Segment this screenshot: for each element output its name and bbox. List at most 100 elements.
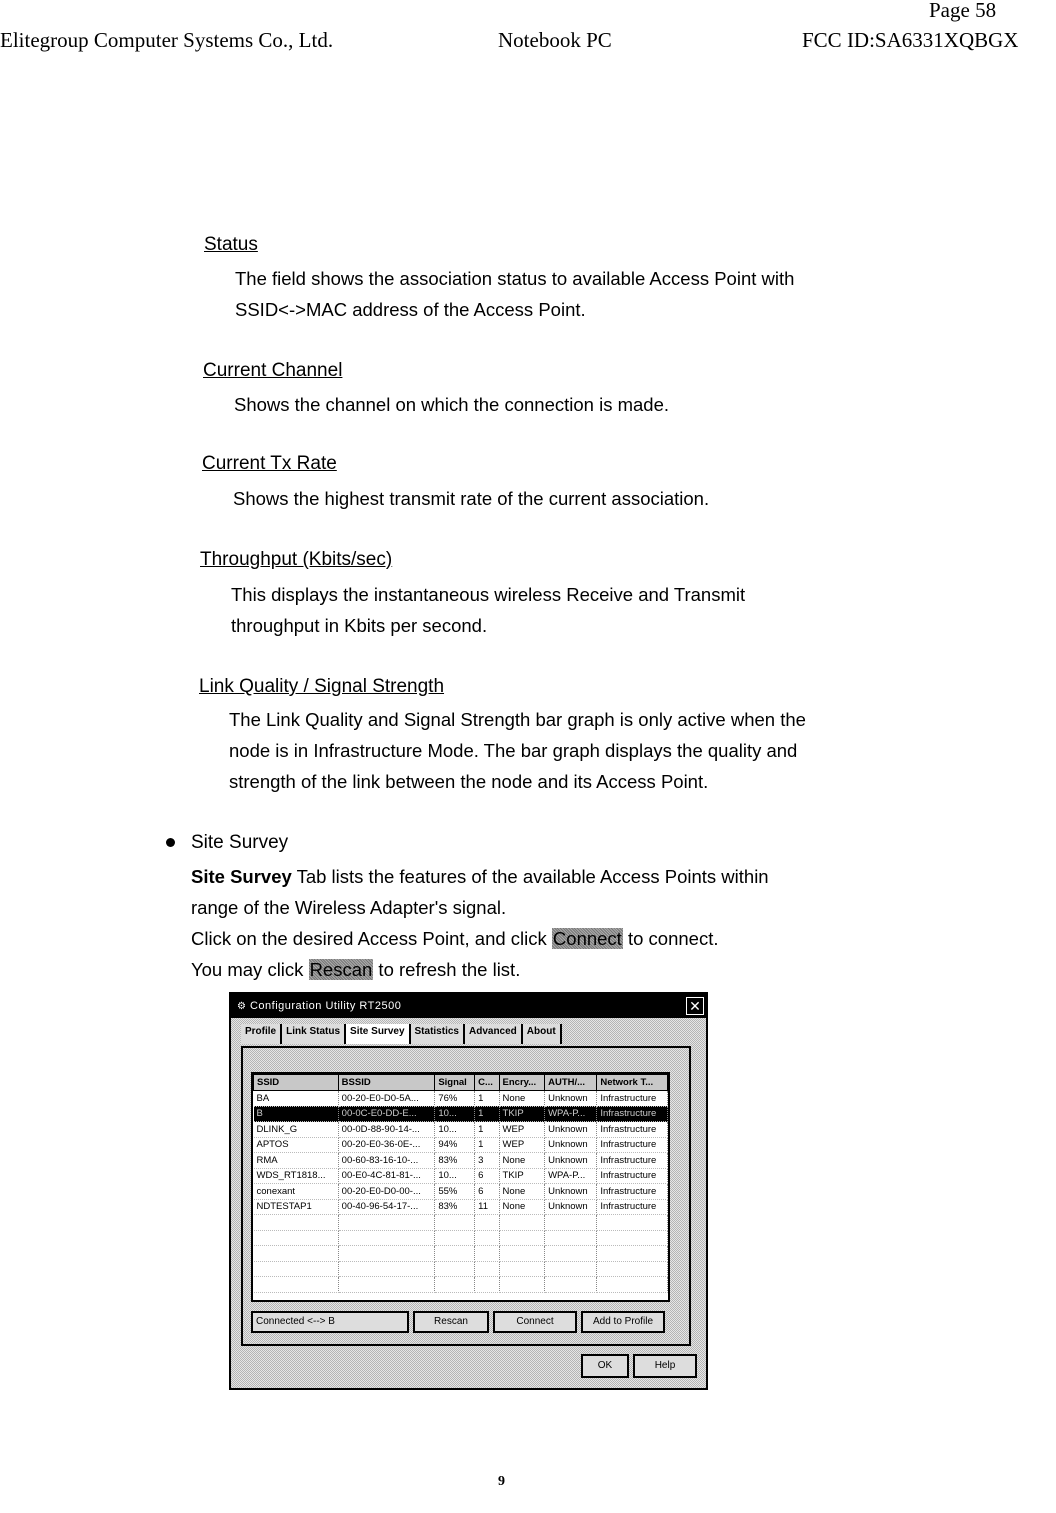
column-header[interactable]: BSSID — [337, 1074, 436, 1091]
text-span: You may click — [191, 959, 309, 980]
text-line: You may click Rescan to refresh the list… — [191, 954, 769, 985]
connect-button-image: Connect — [551, 928, 623, 949]
column-header[interactable]: Signal — [434, 1074, 476, 1091]
empty-cell — [544, 1230, 598, 1246]
connect-button[interactable]: Connect — [493, 1311, 577, 1333]
empty-cell — [596, 1214, 668, 1231]
table-cell: Unknown — [544, 1152, 598, 1169]
table-cell: 00-20-E0-D0-00-... — [338, 1183, 436, 1200]
table-cell: 00-E0-4C-81-81-... — [338, 1168, 436, 1184]
table-cell: WDS_RT1818... — [253, 1168, 339, 1184]
empty-cell — [434, 1261, 476, 1277]
dialog-titlebar: ⚙ Configuration Utility RT2500 ✕ — [231, 994, 706, 1018]
empty-cell — [544, 1245, 598, 1262]
rescan-button-image: Rescan — [308, 959, 374, 980]
table-cell: Infrastructure — [596, 1090, 668, 1107]
empty-cell — [544, 1276, 598, 1293]
text-line: Click on the desired Access Point, and c… — [191, 923, 769, 954]
table-cell: 6 — [474, 1183, 500, 1200]
tab-statistics[interactable]: Statistics — [410, 1024, 465, 1044]
empty-cell — [434, 1245, 476, 1262]
table-cell: Unknown — [544, 1199, 598, 1215]
table-cell: None — [499, 1152, 546, 1169]
column-header[interactable]: C... — [474, 1074, 500, 1091]
section-title-throughput: Throughput (Kbits/sec) — [200, 549, 393, 570]
table-cell: RMA — [253, 1152, 339, 1169]
tab-about[interactable]: About — [522, 1024, 562, 1044]
text-line: Shows the highest transmit rate of the c… — [233, 488, 710, 509]
empty-cell — [338, 1230, 436, 1246]
empty-cell — [596, 1276, 668, 1293]
connection-status: Connected <--> B — [251, 1311, 409, 1333]
footer-page-number: 9 — [498, 1474, 505, 1489]
table-cell: Infrastructure — [596, 1199, 668, 1215]
tab-link-status[interactable]: Link Status — [282, 1024, 347, 1044]
table-cell: 3 — [474, 1152, 500, 1169]
empty-cell — [253, 1214, 339, 1231]
text-span: Click on the desired Access Point, and c… — [191, 928, 552, 949]
table-row[interactable]: RMA 00-60-83-16-10-... 83% 3 None Unknown Infr… — [253, 1152, 668, 1169]
close-icon[interactable]: ✕ — [686, 997, 704, 1015]
table-cell: 00-60-83-16-10-... — [338, 1152, 436, 1169]
table-cell: TKIP — [499, 1168, 546, 1184]
rescan-button[interactable]: Rescan — [413, 1311, 489, 1333]
add-to-profile-button[interactable]: Add to Profile — [581, 1311, 665, 1333]
company-name: Elitegroup Computer Systems Co., Ltd. — [0, 28, 334, 52]
ok-button[interactable]: OK — [581, 1354, 629, 1378]
tab-profile[interactable]: Profile — [241, 1024, 283, 1044]
empty-row — [253, 1245, 668, 1262]
table-row[interactable]: BA 00-20-E0-D0-5A... 76% 1 None Unknown Infras… — [253, 1090, 668, 1107]
table-cell: Infrastructure — [596, 1106, 668, 1122]
table-row[interactable]: DLINK_G 00-0D-88-90-14-... 10... 1 WEP Unknow… — [253, 1121, 668, 1138]
empty-cell — [253, 1276, 339, 1293]
empty-cell — [474, 1245, 500, 1262]
empty-cell — [596, 1245, 668, 1262]
column-header[interactable]: Encry... — [498, 1074, 546, 1091]
text-line: range of the Wireless Adapter's signal. — [191, 897, 507, 918]
table-row[interactable]: WDS_RT1818... 00-E0-4C-81-81-... 10... 6 TKI… — [253, 1168, 668, 1184]
text-line: Site Survey Tab lists the features of th… — [191, 861, 769, 892]
column-header[interactable]: Network T... — [596, 1074, 668, 1091]
tab-advanced[interactable]: Advanced — [464, 1024, 523, 1044]
table-cell: 83% — [434, 1199, 476, 1215]
tab-bar: Profile Link Status Site Survey Statisti… — [241, 1024, 562, 1044]
empty-row — [253, 1214, 668, 1231]
text-line: node is in Infrastructure Mode. The bar … — [229, 740, 798, 761]
text-line: The Link Quality and Signal Strength bar… — [229, 709, 806, 730]
table-cell: BA — [253, 1090, 339, 1107]
access-point-list[interactable]: SSID BSSID Signal C... Encry... AUTH/... Netwo… — [251, 1072, 670, 1302]
table-cell: 10... — [434, 1106, 476, 1122]
table-cell: 1 — [474, 1090, 500, 1107]
column-header[interactable]: SSID — [253, 1074, 339, 1091]
table-cell: Unknown — [544, 1183, 598, 1200]
table-cell: Infrastructure — [596, 1183, 668, 1200]
tab-site-survey[interactable]: Site Survey — [346, 1024, 411, 1044]
product-name: Notebook PC — [498, 28, 612, 52]
table-cell: TKIP — [499, 1106, 546, 1122]
section-body-throughput: This displays the instantaneous wireless… — [231, 579, 745, 641]
help-button[interactable]: Help — [633, 1354, 697, 1378]
site-survey-title: Site Survey — [191, 832, 289, 853]
empty-cell — [474, 1276, 500, 1293]
text-line: throughput in Kbits per second. — [231, 615, 488, 636]
table-row[interactable]: B 00-0C-E0-DD-E... 10... 1 TKIP WPA-P... Infra… — [253, 1106, 668, 1122]
column-header[interactable]: AUTH/... — [544, 1074, 598, 1091]
table-row[interactable]: conexant 00-20-E0-D0-00-... 55% 6 None Unknow… — [253, 1183, 668, 1200]
text-line: strength of the link between the node an… — [229, 771, 709, 792]
table-row[interactable]: NDTESTAP1 00-40-96-54-17-... 83% 11 None Unkn… — [253, 1199, 668, 1215]
table-cell: Unknown — [544, 1090, 598, 1107]
section-body-current-tx-rate: Shows the highest transmit rate of the c… — [233, 483, 709, 514]
bold-lead: Site Survey — [191, 866, 292, 887]
table-cell: conexant — [253, 1183, 339, 1200]
table-header-row: SSID BSSID Signal C... Encry... AUTH/... Netwo… — [253, 1074, 668, 1091]
text-line: This displays the instantaneous wireless… — [231, 584, 746, 605]
empty-cell — [499, 1245, 546, 1262]
empty-cell — [253, 1261, 339, 1277]
table-cell: 1 — [474, 1106, 500, 1122]
empty-cell — [596, 1230, 668, 1246]
table-cell: WPA-P... — [544, 1106, 598, 1122]
table-row[interactable]: APTOS 00-20-E0-36-0E-... 94% 1 WEP Unknown Inf… — [253, 1137, 668, 1153]
table-cell: 11 — [474, 1199, 500, 1215]
empty-cell — [474, 1261, 500, 1277]
section-title-current-channel: Current Channel — [203, 360, 343, 381]
